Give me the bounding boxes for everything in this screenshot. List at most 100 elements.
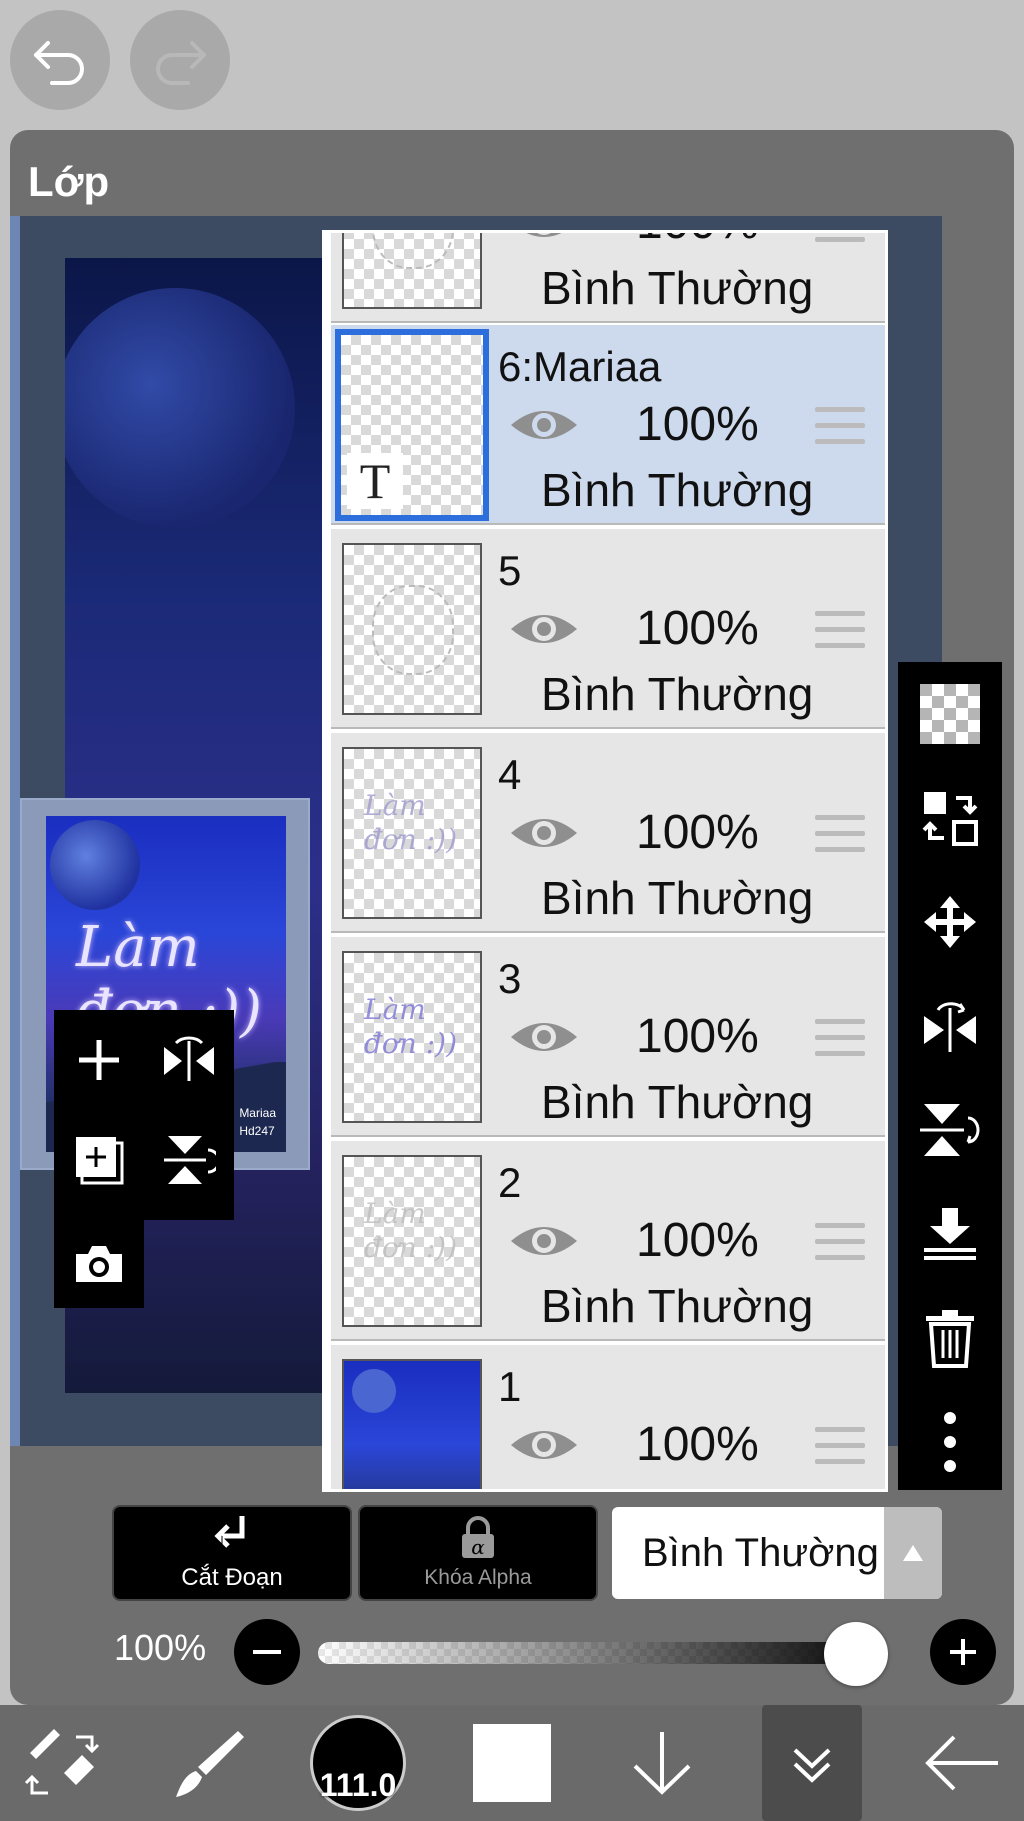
- lock-icon: α: [462, 1516, 494, 1559]
- layer-thumb-content: Làm đơn :)): [364, 993, 457, 1060]
- layer-blend-mode: Bình Thường: [541, 1076, 814, 1128]
- trash-icon: [926, 1310, 974, 1368]
- layer-blend-mode: Bình Thường: [541, 262, 814, 314]
- opacity-decrease-button[interactable]: [234, 1619, 300, 1685]
- layer-opacity: 100%: [636, 1010, 759, 1063]
- clipping-icon: [214, 1516, 245, 1556]
- layer-down-button[interactable]: [612, 1705, 712, 1821]
- camera-button[interactable]: [54, 1214, 144, 1314]
- camera-icon: [76, 1246, 122, 1282]
- layer-name: 4: [498, 751, 522, 798]
- visibility-eye-icon[interactable]: [509, 607, 579, 651]
- layer-opacity: 100%: [636, 1214, 759, 1267]
- brush-size-value: 111.0: [319, 1767, 397, 1803]
- undo-button[interactable]: [10, 10, 110, 110]
- flip-horizontal-button[interactable]: [144, 1010, 234, 1110]
- flip-vertical-icon: [164, 1136, 216, 1184]
- duplicate-layer-icon: [76, 1137, 124, 1185]
- drag-handle-icon[interactable]: [815, 407, 865, 445]
- more-options-button[interactable]: [898, 1390, 1002, 1494]
- visibility-eye-icon[interactable]: [509, 1015, 579, 1059]
- duplicate-layer-button[interactable]: [54, 1110, 144, 1210]
- brush-button[interactable]: [160, 1705, 260, 1821]
- layer-thumb-content: [344, 1361, 480, 1489]
- layer-list[interactable]: 100% Bình Thường T 6:Mariaa 100% Bình Th…: [322, 230, 888, 1492]
- undo-icon: [34, 41, 84, 85]
- alpha-lock-button[interactable]: α Khóa Alpha: [358, 1505, 598, 1601]
- drag-handle-icon[interactable]: [815, 1427, 865, 1465]
- plus-icon: [79, 1040, 119, 1080]
- checkerboard-icon: [920, 684, 980, 744]
- move-button[interactable]: [898, 870, 1002, 974]
- layer-row[interactable]: 5 100% Bình Thường: [331, 529, 885, 729]
- layer-thumbnail: [342, 1359, 482, 1489]
- plus-icon: [950, 1639, 976, 1665]
- brush-icon: [176, 1731, 244, 1797]
- drag-handle-icon[interactable]: [815, 815, 865, 853]
- preview-moon: [50, 820, 140, 910]
- merge-down-icon: [924, 1208, 976, 1260]
- drag-handle-icon[interactable]: [815, 1019, 865, 1057]
- layer-blend-mode: Bình Thường: [541, 1280, 814, 1332]
- alpha-lock-label: Khóa Alpha: [424, 1566, 532, 1589]
- visibility-eye-icon[interactable]: [509, 1423, 579, 1467]
- swap-icon: [922, 792, 978, 846]
- redo-button[interactable]: [130, 10, 230, 110]
- layer-opacity: 100%: [636, 233, 759, 250]
- chevron-double-down-icon: [793, 1748, 831, 1783]
- layer-opacity: 100%: [636, 398, 759, 451]
- drag-handle-icon[interactable]: [815, 233, 865, 243]
- visibility-eye-icon[interactable]: [509, 230, 579, 245]
- merge-down-button[interactable]: [898, 1182, 1002, 1286]
- flip-horizontal-icon: [164, 1036, 214, 1081]
- layer-row[interactable]: Làm đơn :)) 4 100% Bình Thường: [331, 733, 885, 933]
- visibility-eye-icon[interactable]: [509, 403, 579, 447]
- delete-layer-button[interactable]: [898, 1286, 1002, 1390]
- camera-tool-cell: [54, 1220, 144, 1308]
- drag-handle-icon[interactable]: [815, 1223, 865, 1261]
- flip-horizontal-icon: [924, 1002, 976, 1052]
- layer-thumbnail: [342, 543, 482, 715]
- opacity-slider-handle[interactable]: [824, 1622, 888, 1686]
- layer-thumbnail: T: [335, 329, 489, 521]
- opacity-increase-button[interactable]: [930, 1619, 996, 1685]
- layer-thumbnail: [342, 233, 482, 309]
- flip-vertical-side-button[interactable]: [898, 1078, 1002, 1182]
- preview-signature: Mariaa Hd247: [239, 1106, 276, 1138]
- layer-row-selected[interactable]: T 6:Mariaa 100% Bình Thường: [331, 325, 885, 525]
- layer-thumb-content: [372, 585, 454, 675]
- chevron-up-icon[interactable]: [884, 1507, 942, 1599]
- tool-switch-button[interactable]: [10, 1705, 110, 1821]
- flip-vertical-button[interactable]: [144, 1110, 234, 1210]
- layers-menu-button[interactable]: [762, 1705, 862, 1821]
- arrow-down-icon: [633, 1732, 691, 1795]
- add-layer-button[interactable]: [54, 1010, 144, 1110]
- back-button[interactable]: [912, 1705, 1012, 1821]
- flip-vertical-icon: [920, 1104, 980, 1156]
- visibility-eye-icon[interactable]: [509, 811, 579, 855]
- layer-row[interactable]: Làm đơn :)) 2 100% Bình Thường: [331, 1141, 885, 1341]
- layer-opacity: 100%: [636, 806, 759, 859]
- flip-horizontal-side-button[interactable]: [898, 974, 1002, 1078]
- layer-thumbnail: Làm đơn :)): [342, 1155, 482, 1327]
- drag-handle-icon[interactable]: [815, 611, 865, 649]
- clipping-button[interactable]: Cắt Đoạn: [112, 1505, 352, 1601]
- brush-size-indicator: 111.0: [310, 1715, 406, 1811]
- moon-image: [65, 288, 295, 528]
- layer-row[interactable]: Làm đơn :)) 3 100% Bình Thường: [331, 937, 885, 1137]
- blend-mode-select[interactable]: Bình Thường: [612, 1507, 942, 1599]
- swap-layer-button[interactable]: [898, 766, 1002, 870]
- layer-opacity: 100%: [636, 602, 759, 655]
- layer-name: 3: [498, 955, 522, 1002]
- layer-row[interactable]: 1 100%: [331, 1345, 885, 1489]
- opacity-slider-track[interactable]: [318, 1642, 888, 1664]
- color-button[interactable]: [462, 1705, 562, 1821]
- visibility-eye-icon[interactable]: [509, 1219, 579, 1263]
- layer-name: 5: [498, 547, 522, 594]
- layer-name: 1: [498, 1363, 522, 1410]
- brush-size-button[interactable]: 111.0: [308, 1705, 408, 1821]
- layer-row[interactable]: 100% Bình Thường: [331, 230, 885, 323]
- transparency-button[interactable]: [898, 662, 1002, 766]
- text-layer-icon: T: [347, 453, 403, 509]
- layer-thumbnail: Làm đơn :)): [342, 951, 482, 1123]
